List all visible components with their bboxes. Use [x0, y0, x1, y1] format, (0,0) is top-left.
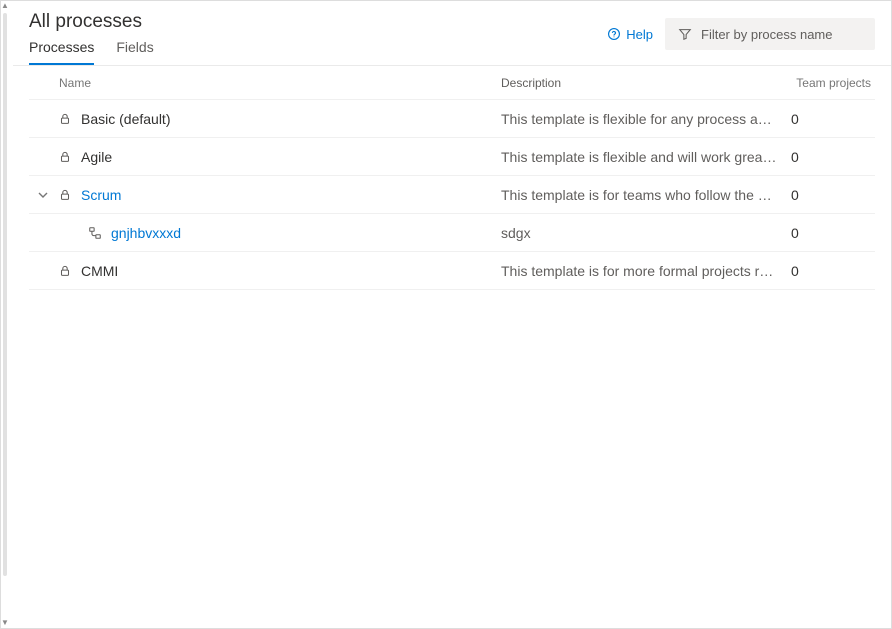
app-frame: ▲ ▼ All processes Processes Fields — [0, 0, 892, 629]
header-left: All processes Processes Fields — [29, 11, 594, 65]
process-project-count: 0 — [791, 149, 875, 165]
lock-icon — [57, 187, 73, 203]
process-project-count: 0 — [791, 187, 875, 203]
table-row[interactable]: gnjhbvxxxd sdgx 0 — [29, 214, 875, 252]
process-project-count: 0 — [791, 225, 875, 241]
process-project-count: 0 — [791, 111, 875, 127]
filter-box[interactable] — [665, 18, 875, 50]
help-link[interactable]: Help — [606, 26, 653, 42]
header-bar: All processes Processes Fields Help — [13, 1, 891, 66]
filter-icon — [677, 26, 693, 42]
table-row[interactable]: CMMI This template is for more formal pr… — [29, 252, 875, 290]
tab-fields[interactable]: Fields — [116, 39, 153, 65]
process-name: Agile — [81, 149, 112, 165]
process-name-link[interactable]: Scrum — [81, 187, 121, 203]
table-row[interactable]: Scrum This template is for teams who fol… — [29, 176, 875, 214]
process-description: This template is for teams who follow th… — [501, 187, 791, 203]
header-actions: Help — [606, 18, 875, 58]
lock-icon — [57, 111, 73, 127]
process-description: This template is flexible and will work … — [501, 149, 791, 165]
scroll-down-hint: ▼ — [1, 620, 7, 626]
inherited-process-icon — [87, 225, 103, 241]
table-row[interactable]: Basic (default) This template is flexibl… — [29, 100, 875, 138]
content: All processes Processes Fields Help — [13, 1, 891, 628]
page-title: All processes — [29, 11, 594, 33]
tab-processes[interactable]: Processes — [29, 39, 94, 65]
process-description: sdgx — [501, 225, 791, 241]
col-header-name[interactable]: Name — [57, 76, 501, 90]
table-header-row: Name Description Team projects — [29, 66, 875, 100]
process-name-link[interactable]: gnjhbvxxxd — [111, 225, 181, 241]
process-name: CMMI — [81, 263, 118, 279]
help-label: Help — [626, 27, 653, 42]
help-icon — [606, 26, 622, 42]
process-project-count: 0 — [791, 263, 875, 279]
lock-icon — [57, 149, 73, 165]
lock-icon — [57, 263, 73, 279]
tabs: Processes Fields — [29, 39, 594, 65]
scroll-up-hint: ▲ — [1, 3, 7, 9]
scrollbar-track[interactable] — [3, 13, 7, 576]
process-name: Basic (default) — [81, 111, 170, 127]
col-header-team-projects[interactable]: Team projects — [791, 76, 875, 90]
filter-input[interactable] — [701, 27, 877, 42]
process-description: This template is flexible for any proces… — [501, 111, 791, 127]
process-table: Name Description Team projects Basic (de… — [13, 66, 891, 628]
col-header-description[interactable]: Description — [501, 76, 791, 90]
process-description: This template is for more formal project… — [501, 263, 791, 279]
table-row[interactable]: Agile This template is flexible and will… — [29, 138, 875, 176]
chevron-down-icon[interactable] — [35, 187, 51, 203]
